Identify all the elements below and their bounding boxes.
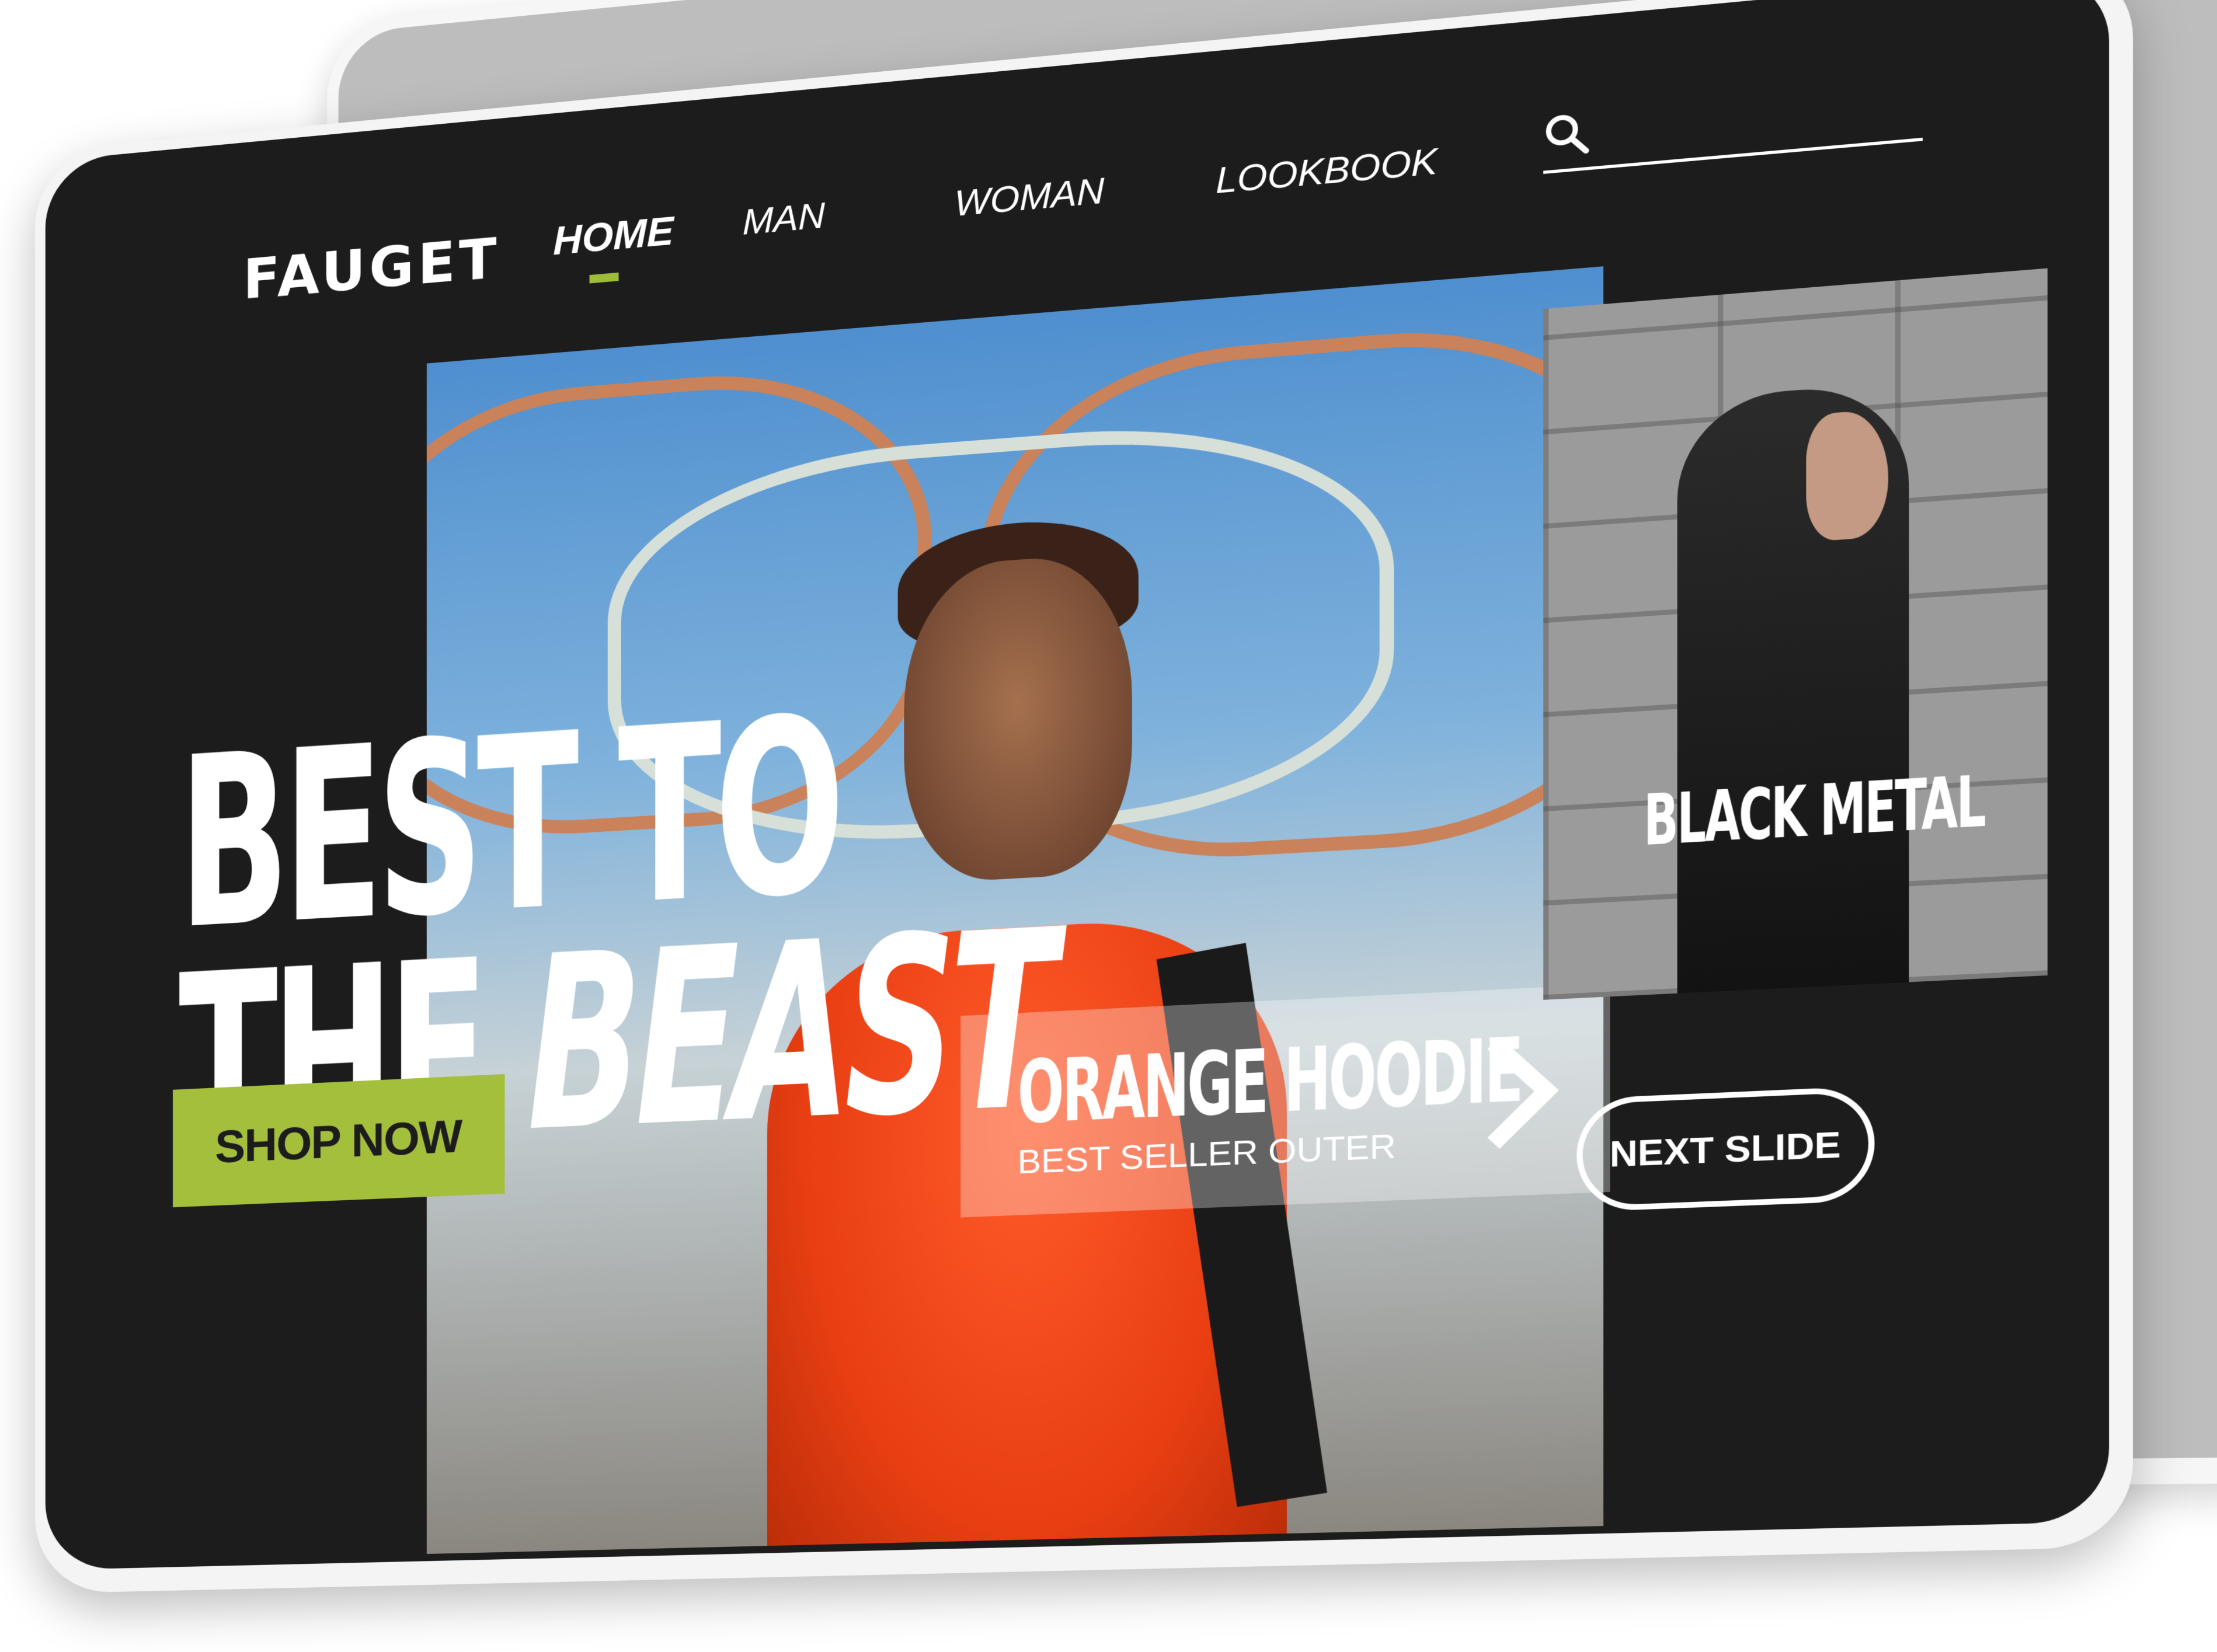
featured-product-panel[interactable]: ORANGE HOODIE BEST SELLER OUTER — [960, 984, 1610, 1218]
search-icon[interactable] — [1543, 110, 1590, 159]
search-bar[interactable] — [1543, 74, 1923, 174]
product-title: ORANGE HOODIE — [1018, 1020, 1522, 1144]
tablet-device-frame: FAUGET HOME MAN WOMAN LOOKBOOK BEST TO T… — [35, 0, 2133, 1594]
nav-item-man[interactable]: MAN — [743, 194, 825, 243]
nav-item-home[interactable]: HOME — [553, 207, 674, 263]
active-nav-indicator — [590, 273, 619, 284]
shop-now-button[interactable]: SHOP NOW — [173, 1074, 504, 1207]
nav-item-woman[interactable]: WOMAN — [954, 169, 1104, 225]
search-input[interactable] — [1610, 88, 1912, 154]
website-screen: FAUGET HOME MAN WOMAN LOOKBOOK BEST TO T… — [46, 0, 2109, 1570]
side-product-card[interactable]: BLACK METAL — [1543, 269, 2048, 1000]
nav-item-lookbook[interactable]: LOOKBOOK — [1216, 140, 1438, 202]
nav-item-label: HOME — [553, 208, 674, 263]
next-slide-button[interactable]: NEXT SLIDE — [1576, 1086, 1874, 1212]
brand-logo[interactable]: FAUGET — [243, 226, 500, 312]
chevron-right-icon[interactable] — [1477, 1030, 1564, 1153]
